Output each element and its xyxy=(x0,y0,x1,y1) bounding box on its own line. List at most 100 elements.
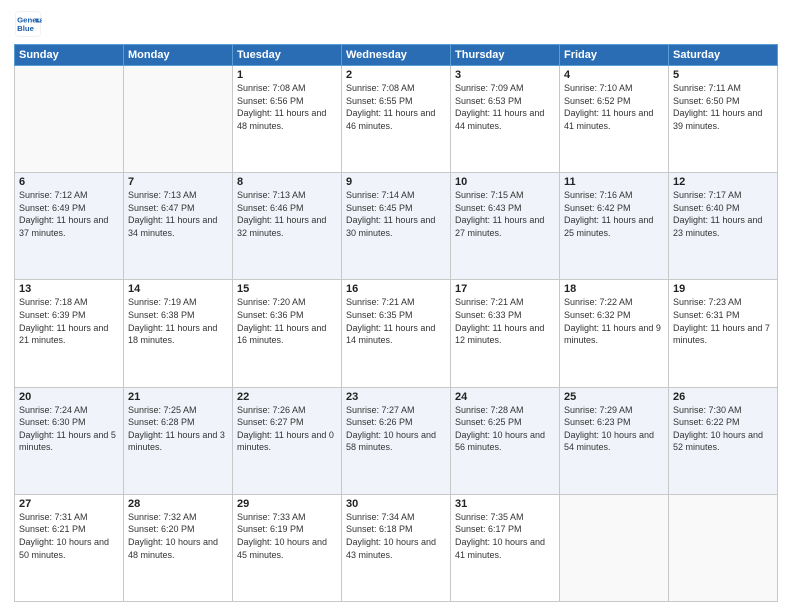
calendar-header-row: SundayMondayTuesdayWednesdayThursdayFrid… xyxy=(15,45,778,66)
day-info: Sunrise: 7:13 AMSunset: 6:47 PMDaylight:… xyxy=(128,189,228,239)
calendar-cell xyxy=(124,66,233,173)
day-number: 27 xyxy=(19,498,119,510)
day-info: Sunrise: 7:17 AMSunset: 6:40 PMDaylight:… xyxy=(673,189,773,239)
day-info: Sunrise: 7:18 AMSunset: 6:39 PMDaylight:… xyxy=(19,296,119,346)
day-info: Sunrise: 7:26 AMSunset: 6:27 PMDaylight:… xyxy=(237,404,337,454)
calendar-week-2: 6Sunrise: 7:12 AMSunset: 6:49 PMDaylight… xyxy=(15,173,778,280)
day-info: Sunrise: 7:25 AMSunset: 6:28 PMDaylight:… xyxy=(128,404,228,454)
calendar-cell: 9Sunrise: 7:14 AMSunset: 6:45 PMDaylight… xyxy=(342,173,451,280)
calendar-cell: 12Sunrise: 7:17 AMSunset: 6:40 PMDayligh… xyxy=(669,173,778,280)
day-info: Sunrise: 7:30 AMSunset: 6:22 PMDaylight:… xyxy=(673,404,773,454)
day-number: 22 xyxy=(237,391,337,403)
day-info: Sunrise: 7:27 AMSunset: 6:26 PMDaylight:… xyxy=(346,404,446,454)
day-number: 9 xyxy=(346,176,446,188)
day-info: Sunrise: 7:28 AMSunset: 6:25 PMDaylight:… xyxy=(455,404,555,454)
day-number: 18 xyxy=(564,283,664,295)
calendar-week-1: 1Sunrise: 7:08 AMSunset: 6:56 PMDaylight… xyxy=(15,66,778,173)
calendar-cell xyxy=(669,494,778,601)
calendar-cell: 22Sunrise: 7:26 AMSunset: 6:27 PMDayligh… xyxy=(233,387,342,494)
day-number: 25 xyxy=(564,391,664,403)
day-info: Sunrise: 7:12 AMSunset: 6:49 PMDaylight:… xyxy=(19,189,119,239)
calendar-week-3: 13Sunrise: 7:18 AMSunset: 6:39 PMDayligh… xyxy=(15,280,778,387)
calendar-cell: 7Sunrise: 7:13 AMSunset: 6:47 PMDaylight… xyxy=(124,173,233,280)
day-number: 20 xyxy=(19,391,119,403)
calendar-cell: 10Sunrise: 7:15 AMSunset: 6:43 PMDayligh… xyxy=(451,173,560,280)
day-info: Sunrise: 7:14 AMSunset: 6:45 PMDaylight:… xyxy=(346,189,446,239)
day-number: 5 xyxy=(673,69,773,81)
day-number: 6 xyxy=(19,176,119,188)
day-number: 10 xyxy=(455,176,555,188)
day-number: 16 xyxy=(346,283,446,295)
weekday-header-saturday: Saturday xyxy=(669,45,778,66)
calendar-week-4: 20Sunrise: 7:24 AMSunset: 6:30 PMDayligh… xyxy=(15,387,778,494)
day-number: 15 xyxy=(237,283,337,295)
logo-icon: General Blue xyxy=(14,10,42,38)
calendar-cell: 18Sunrise: 7:22 AMSunset: 6:32 PMDayligh… xyxy=(560,280,669,387)
day-number: 21 xyxy=(128,391,228,403)
header: General Blue xyxy=(14,10,778,38)
day-info: Sunrise: 7:21 AMSunset: 6:35 PMDaylight:… xyxy=(346,296,446,346)
day-info: Sunrise: 7:34 AMSunset: 6:18 PMDaylight:… xyxy=(346,511,446,561)
day-info: Sunrise: 7:08 AMSunset: 6:55 PMDaylight:… xyxy=(346,82,446,132)
calendar-cell: 29Sunrise: 7:33 AMSunset: 6:19 PMDayligh… xyxy=(233,494,342,601)
day-number: 4 xyxy=(564,69,664,81)
calendar-cell: 23Sunrise: 7:27 AMSunset: 6:26 PMDayligh… xyxy=(342,387,451,494)
calendar-cell: 3Sunrise: 7:09 AMSunset: 6:53 PMDaylight… xyxy=(451,66,560,173)
calendar-cell: 19Sunrise: 7:23 AMSunset: 6:31 PMDayligh… xyxy=(669,280,778,387)
day-number: 26 xyxy=(673,391,773,403)
day-info: Sunrise: 7:11 AMSunset: 6:50 PMDaylight:… xyxy=(673,82,773,132)
day-number: 30 xyxy=(346,498,446,510)
day-info: Sunrise: 7:15 AMSunset: 6:43 PMDaylight:… xyxy=(455,189,555,239)
day-info: Sunrise: 7:31 AMSunset: 6:21 PMDaylight:… xyxy=(19,511,119,561)
day-number: 29 xyxy=(237,498,337,510)
calendar-cell: 28Sunrise: 7:32 AMSunset: 6:20 PMDayligh… xyxy=(124,494,233,601)
day-number: 31 xyxy=(455,498,555,510)
weekday-header-monday: Monday xyxy=(124,45,233,66)
day-info: Sunrise: 7:21 AMSunset: 6:33 PMDaylight:… xyxy=(455,296,555,346)
logo: General Blue xyxy=(14,10,46,38)
day-info: Sunrise: 7:24 AMSunset: 6:30 PMDaylight:… xyxy=(19,404,119,454)
weekday-header-wednesday: Wednesday xyxy=(342,45,451,66)
day-info: Sunrise: 7:29 AMSunset: 6:23 PMDaylight:… xyxy=(564,404,664,454)
calendar-cell: 4Sunrise: 7:10 AMSunset: 6:52 PMDaylight… xyxy=(560,66,669,173)
day-number: 1 xyxy=(237,69,337,81)
day-number: 19 xyxy=(673,283,773,295)
day-info: Sunrise: 7:23 AMSunset: 6:31 PMDaylight:… xyxy=(673,296,773,346)
calendar-cell: 21Sunrise: 7:25 AMSunset: 6:28 PMDayligh… xyxy=(124,387,233,494)
calendar-cell: 31Sunrise: 7:35 AMSunset: 6:17 PMDayligh… xyxy=(451,494,560,601)
calendar-cell: 8Sunrise: 7:13 AMSunset: 6:46 PMDaylight… xyxy=(233,173,342,280)
day-number: 13 xyxy=(19,283,119,295)
calendar-cell: 2Sunrise: 7:08 AMSunset: 6:55 PMDaylight… xyxy=(342,66,451,173)
calendar-cell: 6Sunrise: 7:12 AMSunset: 6:49 PMDaylight… xyxy=(15,173,124,280)
calendar-cell xyxy=(15,66,124,173)
svg-text:General: General xyxy=(17,15,42,24)
day-info: Sunrise: 7:10 AMSunset: 6:52 PMDaylight:… xyxy=(564,82,664,132)
calendar-cell: 1Sunrise: 7:08 AMSunset: 6:56 PMDaylight… xyxy=(233,66,342,173)
weekday-header-friday: Friday xyxy=(560,45,669,66)
day-info: Sunrise: 7:16 AMSunset: 6:42 PMDaylight:… xyxy=(564,189,664,239)
calendar-table: SundayMondayTuesdayWednesdayThursdayFrid… xyxy=(14,44,778,602)
day-number: 23 xyxy=(346,391,446,403)
calendar-cell: 14Sunrise: 7:19 AMSunset: 6:38 PMDayligh… xyxy=(124,280,233,387)
day-number: 7 xyxy=(128,176,228,188)
day-info: Sunrise: 7:33 AMSunset: 6:19 PMDaylight:… xyxy=(237,511,337,561)
weekday-header-thursday: Thursday xyxy=(451,45,560,66)
day-info: Sunrise: 7:19 AMSunset: 6:38 PMDaylight:… xyxy=(128,296,228,346)
weekday-header-sunday: Sunday xyxy=(15,45,124,66)
day-number: 24 xyxy=(455,391,555,403)
calendar-cell: 30Sunrise: 7:34 AMSunset: 6:18 PMDayligh… xyxy=(342,494,451,601)
day-info: Sunrise: 7:32 AMSunset: 6:20 PMDaylight:… xyxy=(128,511,228,561)
calendar-cell: 17Sunrise: 7:21 AMSunset: 6:33 PMDayligh… xyxy=(451,280,560,387)
day-number: 2 xyxy=(346,69,446,81)
calendar-cell: 24Sunrise: 7:28 AMSunset: 6:25 PMDayligh… xyxy=(451,387,560,494)
day-info: Sunrise: 7:35 AMSunset: 6:17 PMDaylight:… xyxy=(455,511,555,561)
day-number: 28 xyxy=(128,498,228,510)
day-info: Sunrise: 7:09 AMSunset: 6:53 PMDaylight:… xyxy=(455,82,555,132)
day-info: Sunrise: 7:13 AMSunset: 6:46 PMDaylight:… xyxy=(237,189,337,239)
day-number: 12 xyxy=(673,176,773,188)
day-number: 3 xyxy=(455,69,555,81)
day-number: 14 xyxy=(128,283,228,295)
calendar-cell: 20Sunrise: 7:24 AMSunset: 6:30 PMDayligh… xyxy=(15,387,124,494)
calendar-cell xyxy=(560,494,669,601)
day-info: Sunrise: 7:08 AMSunset: 6:56 PMDaylight:… xyxy=(237,82,337,132)
